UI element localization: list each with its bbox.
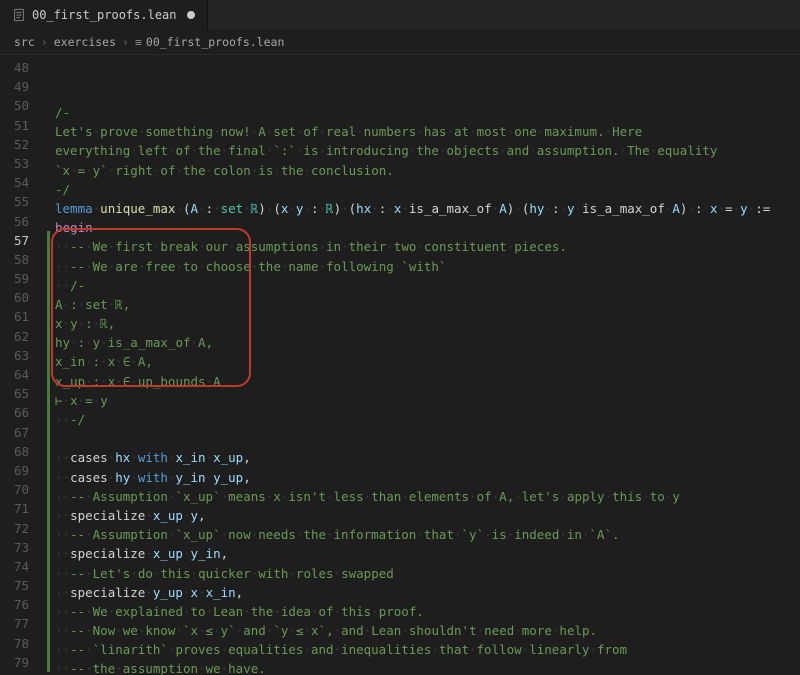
code-line[interactable]: begin	[47, 218, 800, 237]
code-area[interactable]: /-Let's·prove·something·now!·A·set·of·re…	[45, 54, 800, 675]
code-line[interactable]: A·:·set·ℝ,	[47, 295, 800, 314]
git-change-bar	[47, 231, 50, 673]
line-number: 63	[0, 346, 29, 365]
breadcrumb-item[interactable]: src	[14, 35, 35, 49]
code-line[interactable]: x_up·:·x·∈·up_bounds·A	[47, 372, 800, 391]
code-line[interactable]: -/	[47, 180, 800, 199]
line-number: 51	[0, 116, 29, 135]
line-number: 54	[0, 173, 29, 192]
code-line[interactable]: ··--·Assumption·`x_up`·now·needs·the·inf…	[47, 525, 800, 544]
code-line[interactable]: ··-/	[47, 410, 800, 429]
line-number: 76	[0, 595, 29, 614]
line-number: 71	[0, 499, 29, 518]
line-number: 77	[0, 614, 29, 633]
code-line[interactable]: ··cases·hx·with·x_in·x_up,	[47, 448, 800, 467]
code-line[interactable]: ··/-	[47, 276, 800, 295]
line-number: 78	[0, 634, 29, 653]
chevron-right-icon: ›	[41, 35, 48, 49]
breadcrumb-item[interactable]: ≡ 00_first_proofs.lean	[135, 35, 284, 49]
breadcrumb-label: 00_first_proofs.lean	[146, 35, 284, 49]
code-line[interactable]: x·y·:·ℝ,	[47, 314, 800, 333]
code-line[interactable]: x_in·:·x·∈·A,	[47, 352, 800, 371]
code-line[interactable]: ··--·the·assumption·we·have.	[47, 659, 800, 675]
line-number: 66	[0, 403, 29, 422]
code-line[interactable]: lemma·unique_max·(A·:·set·ℝ)·(x·y·:·ℝ)·(…	[47, 199, 800, 218]
file-icon: ≡	[135, 35, 142, 49]
line-number: 72	[0, 519, 29, 538]
line-number: 61	[0, 307, 29, 326]
line-number: 68	[0, 442, 29, 461]
tab-file[interactable]: 00_first_proofs.lean	[0, 0, 208, 30]
tab-bar: 00_first_proofs.lean	[0, 0, 800, 30]
code-line[interactable]: Let's·prove·something·now!·A·set·of·real…	[47, 122, 800, 141]
code-line[interactable]: ··specialize·x_up·y_in,	[47, 544, 800, 563]
code-line[interactable]: ⊢·x·=·y	[47, 391, 800, 410]
code-line[interactable]: ··--·Let's·do·this·quicker·with·roles·sw…	[47, 564, 800, 583]
chevron-right-icon: ›	[122, 35, 129, 49]
code-line[interactable]: ··cases·hy·with·y_in·y_up,	[47, 468, 800, 487]
line-number: 48	[0, 58, 29, 77]
code-line[interactable]: ··--·We·first·break·our·assumptions·in·t…	[47, 237, 800, 256]
line-number: 58	[0, 250, 29, 269]
line-number: 62	[0, 327, 29, 346]
code-line[interactable]: ··--·Now·we·know·`x·≤·y`·and·`y·≤·x`,·an…	[47, 621, 800, 640]
code-line[interactable]: ··specialize·x_up·y,	[47, 506, 800, 525]
line-number: 65	[0, 384, 29, 403]
line-number: 55	[0, 192, 29, 211]
code-line[interactable]: everything·left·of·the·final·`:`·is·intr…	[47, 141, 800, 160]
code-line[interactable]: ··--·We·are·free·to·choose·the·name·foll…	[47, 257, 800, 276]
code-line[interactable]: ··--·`linarith`·proves·equalities·and·in…	[47, 640, 800, 659]
breadcrumb-item[interactable]: exercises	[54, 35, 116, 49]
tab-label: 00_first_proofs.lean	[32, 8, 177, 22]
line-number: 57	[0, 231, 29, 250]
code-line[interactable]	[47, 429, 800, 448]
line-number: 59	[0, 269, 29, 288]
line-number: 70	[0, 480, 29, 499]
line-number: 52	[0, 135, 29, 154]
code-line[interactable]: `x·=·y`·right·of·the·colon·is·the·conclu…	[47, 161, 800, 180]
line-number: 75	[0, 576, 29, 595]
code-line[interactable]: /-	[47, 103, 800, 122]
line-number: 69	[0, 461, 29, 480]
line-number: 67	[0, 423, 29, 442]
line-number: 50	[0, 96, 29, 115]
code-line[interactable]: ··--·We·explained·to·Lean·the·idea·of·th…	[47, 602, 800, 621]
code-line[interactable]: hy·:·y·is_a_max_of·A,	[47, 333, 800, 352]
code-line[interactable]: ··specialize·y_up·x·x_in,	[47, 583, 800, 602]
line-number: 64	[0, 365, 29, 384]
file-icon	[12, 8, 26, 22]
line-number: 79	[0, 653, 29, 672]
editor[interactable]: 4849505152535455565758596061626364656667…	[0, 54, 800, 675]
line-number: 74	[0, 557, 29, 576]
line-number-gutter: 4849505152535455565758596061626364656667…	[0, 54, 45, 675]
line-number: 49	[0, 77, 29, 96]
line-number: 73	[0, 538, 29, 557]
line-number: 53	[0, 154, 29, 173]
code-line[interactable]: ··--·Assumption·`x_up`·means·x·isn't·les…	[47, 487, 800, 506]
line-number: 60	[0, 288, 29, 307]
line-number: 56	[0, 212, 29, 231]
breadcrumb: src › exercises › ≡ 00_first_proofs.lean	[0, 30, 800, 54]
dirty-indicator-icon	[187, 11, 195, 19]
